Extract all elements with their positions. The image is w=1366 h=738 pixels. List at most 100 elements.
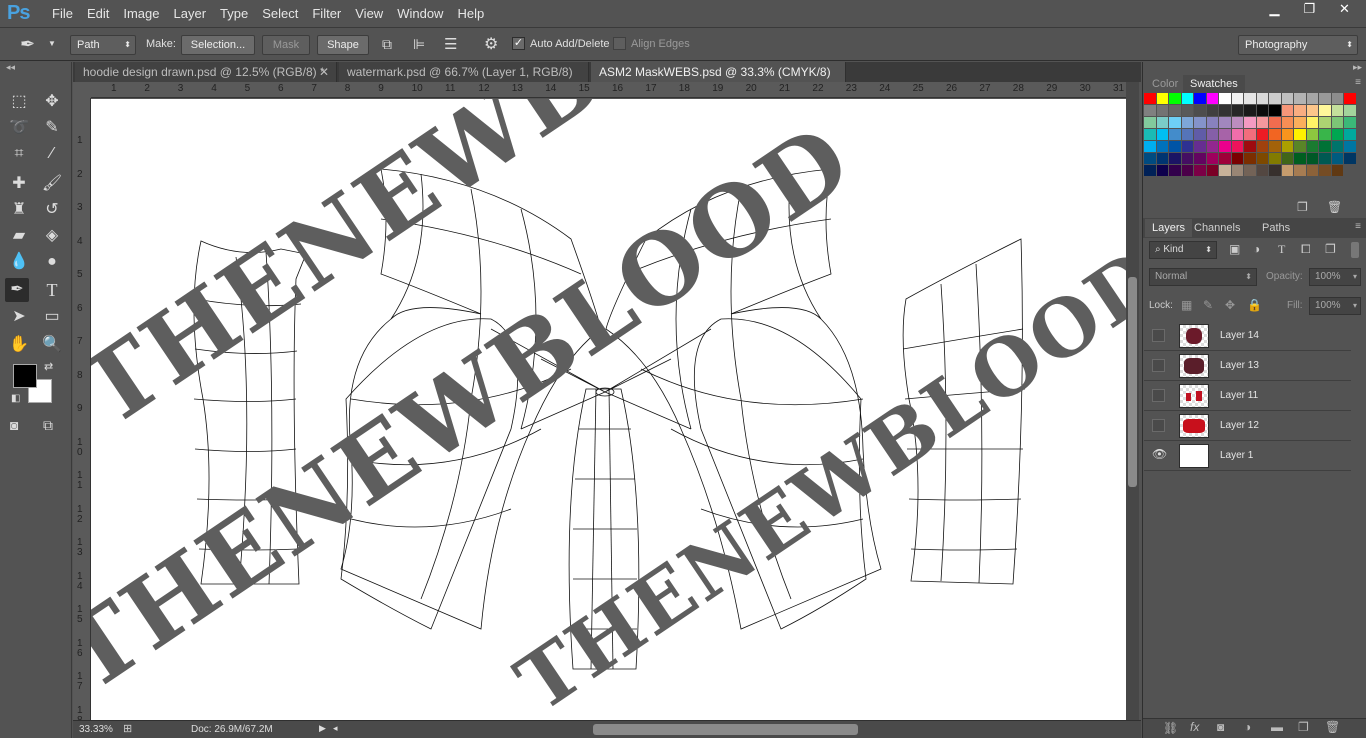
color-swatch[interactable]	[1306, 93, 1318, 104]
color-swatch[interactable]	[1156, 141, 1168, 152]
color-swatch[interactable]	[1319, 141, 1331, 152]
delete-layer-icon[interactable]: 🗑	[1325, 720, 1340, 734]
layer-row[interactable]: Layer 13	[1144, 351, 1351, 381]
layer-name[interactable]: Layer 1	[1220, 450, 1253, 461]
vertical-scrollbar[interactable]	[1126, 82, 1139, 720]
color-swatch[interactable]	[1344, 141, 1356, 152]
tab-asm2-maskwebs[interactable]: ASM2 MaskWEBS.psd @ 33.3% (CMYK/8) *✕	[591, 62, 846, 99]
color-swatch[interactable]	[1331, 153, 1343, 164]
color-swatch[interactable]	[1294, 129, 1306, 140]
path-alignment-icon[interactable]: ⊫	[413, 36, 425, 53]
color-swatch[interactable]	[1269, 93, 1281, 104]
color-swatch[interactable]	[1256, 141, 1268, 152]
color-swatch[interactable]	[1306, 117, 1318, 128]
color-swatch[interactable]	[1294, 153, 1306, 164]
rectangle-tool-icon[interactable]: ▭	[40, 305, 64, 329]
color-swatch[interactable]	[1244, 117, 1256, 128]
color-swatch[interactable]	[1306, 141, 1318, 152]
layer-row[interactable]: Layer 11	[1144, 381, 1351, 411]
color-swatch[interactable]	[1181, 93, 1193, 104]
color-swatch[interactable]	[1144, 117, 1156, 128]
brush-tool-icon[interactable]: 🖌	[40, 172, 64, 196]
lock-transparent-icon[interactable]: ▦	[1181, 298, 1192, 312]
tab-watermark[interactable]: watermark.psd @ 66.7% (Layer 1, RGB/8) *…	[339, 62, 589, 99]
adjustment-layer-icon[interactable]: ◑	[1244, 720, 1251, 734]
menu-layer[interactable]: Layer	[167, 6, 214, 21]
menu-filter[interactable]: Filter	[305, 6, 348, 21]
color-swatch[interactable]	[1156, 105, 1168, 116]
color-swatch[interactable]	[1144, 105, 1156, 116]
dodge-tool-icon[interactable]: ●	[40, 250, 64, 274]
color-swatch[interactable]	[1169, 93, 1181, 104]
color-swatch[interactable]	[1269, 141, 1281, 152]
scroll-left-icon[interactable]: ◂	[333, 723, 338, 734]
horizontal-scroll-thumb[interactable]	[593, 724, 858, 735]
workspace-select[interactable]: Photography ⬍	[1238, 35, 1358, 55]
layer-name[interactable]: Layer 14	[1220, 330, 1259, 341]
opacity-input[interactable]: 100% ▾	[1309, 268, 1361, 286]
color-swatch[interactable]	[1306, 153, 1318, 164]
color-swatch[interactable]	[1344, 93, 1356, 104]
color-swatch[interactable]	[1306, 105, 1318, 116]
blend-mode-select[interactable]: Normal ⬍	[1149, 268, 1257, 286]
color-swatch[interactable]	[1194, 93, 1206, 104]
color-swatch[interactable]	[1156, 153, 1168, 164]
color-swatch[interactable]	[1331, 117, 1343, 128]
new-layer-icon[interactable]: ❐	[1298, 720, 1309, 734]
color-swatch[interactable]	[1244, 141, 1256, 152]
color-swatch[interactable]	[1306, 165, 1318, 176]
close-button[interactable]: ✕	[1327, 0, 1362, 20]
menu-window[interactable]: Window	[390, 6, 450, 21]
color-swatch[interactable]	[1156, 165, 1168, 176]
layer-name[interactable]: Layer 11	[1220, 390, 1258, 401]
color-swatch[interactable]	[1206, 165, 1218, 176]
menu-edit[interactable]: Edit	[80, 6, 116, 21]
color-swatch[interactable]	[1294, 141, 1306, 152]
eraser-tool-icon[interactable]: ▰	[7, 224, 31, 248]
color-swatch[interactable]	[1269, 129, 1281, 140]
color-swatch[interactable]	[1294, 105, 1306, 116]
color-swatch[interactable]	[1256, 93, 1268, 104]
color-swatch[interactable]	[1294, 117, 1306, 128]
color-swatch[interactable]	[1144, 129, 1156, 140]
link-layers-icon[interactable]: ⛓	[1163, 721, 1178, 735]
menu-view[interactable]: View	[348, 6, 390, 21]
color-swatch[interactable]	[1231, 165, 1243, 176]
color-swatch[interactable]	[1169, 105, 1181, 116]
chevron-down-icon[interactable]: ▼	[48, 39, 56, 48]
color-swatch[interactable]	[1281, 129, 1293, 140]
color-swatch[interactable]	[1219, 129, 1231, 140]
color-swatch[interactable]	[1194, 129, 1206, 140]
color-swatch[interactable]	[1294, 93, 1306, 104]
blur-tool-icon[interactable]: 💧	[7, 250, 31, 274]
color-swatch[interactable]	[1156, 129, 1168, 140]
gear-icon[interactable]: ⚙	[484, 34, 498, 54]
color-swatch[interactable]	[1156, 117, 1168, 128]
restore-button[interactable]: ❐	[1292, 0, 1327, 20]
lock-all-icon[interactable]: 🔒	[1247, 298, 1262, 312]
minimize-button[interactable]: ▁	[1257, 0, 1292, 20]
color-swatch[interactable]	[1256, 129, 1268, 140]
color-swatch[interactable]	[1181, 117, 1193, 128]
color-swatch[interactable]	[1144, 93, 1156, 104]
add-mask-icon[interactable]: ◙	[1217, 720, 1224, 734]
tool-mode-select[interactable]: Path ⬍	[70, 35, 136, 55]
filter-type-icon[interactable]: T	[1278, 242, 1285, 257]
auto-add-delete-checkbox[interactable]: ✓	[512, 37, 525, 50]
color-swatch[interactable]	[1181, 141, 1193, 152]
visibility-toggle[interactable]	[1152, 389, 1165, 402]
color-swatch[interactable]	[1194, 153, 1206, 164]
document-canvas[interactable]: THENEWBLOOD THENEWBLOOD THENEWBLOOD	[91, 99, 1126, 720]
tab-layers[interactable]: Layers	[1145, 219, 1193, 237]
layer-name[interactable]: Layer 13	[1220, 360, 1259, 371]
color-swatch[interactable]	[1206, 129, 1218, 140]
fill-input[interactable]: 100% ▾	[1309, 297, 1361, 315]
foreground-color-swatch[interactable]	[13, 364, 37, 388]
lock-image-icon[interactable]: ✎	[1203, 298, 1213, 312]
color-swatch[interactable]	[1281, 141, 1293, 152]
color-swatch[interactable]	[1244, 105, 1256, 116]
path-operations-icon[interactable]: ⧉	[382, 36, 392, 53]
layer-filter-kind[interactable]: ⌕ Kind ⬍	[1149, 241, 1217, 259]
path-arrangement-icon[interactable]: ☰	[444, 35, 457, 53]
marquee-tool-icon[interactable]: ⬚	[7, 90, 31, 114]
